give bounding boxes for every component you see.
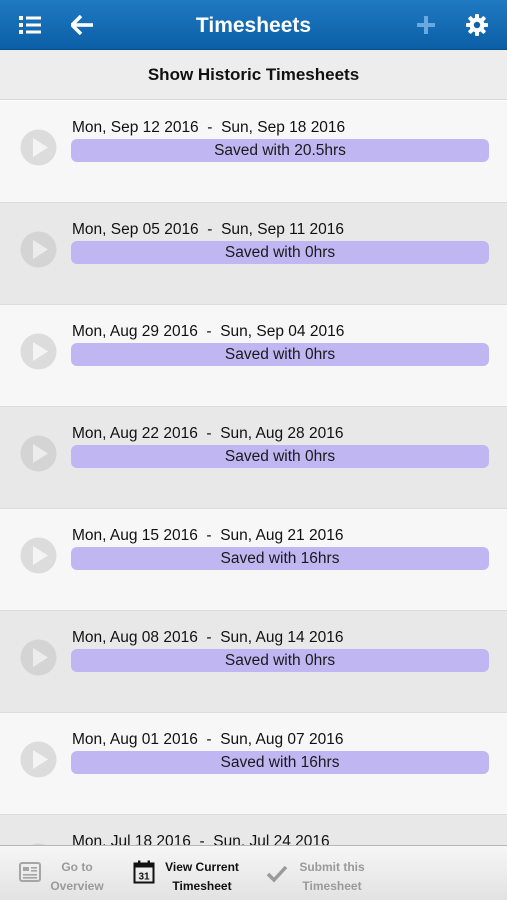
timesheet-status: Saved with 20.5hrs	[71, 139, 489, 162]
timesheet-row[interactable]: Mon, Aug 29 2016 - Sun, Sep 04 2016 Save…	[0, 305, 507, 407]
plus-icon	[417, 16, 435, 34]
settings-button[interactable]	[457, 0, 497, 50]
timesheet-row[interactable]: Mon, Aug 22 2016 - Sun, Aug 28 2016 Save…	[0, 407, 507, 509]
timesheet-date-range: Mon, Jul 18 2016 - Sun, Jul 24 2016	[72, 833, 330, 845]
submit-timesheet-button[interactable]: Submit this Timesheet	[262, 846, 392, 900]
view-current-timesheet-button[interactable]: 31 View Current Timesheet	[125, 846, 255, 900]
timesheet-status: Saved with 0hrs	[71, 649, 489, 672]
overview-label-line1: Go to	[61, 860, 93, 874]
play-icon[interactable]	[20, 129, 57, 166]
timesheet-date-range: Mon, Sep 12 2016 - Sun, Sep 18 2016	[72, 119, 346, 136]
timesheet-list: Mon, Sep 12 2016 - Sun, Sep 18 2016 Save…	[0, 101, 507, 845]
overview-label-line2: Overview	[50, 879, 104, 893]
timesheet-date-range: Mon, Aug 08 2016 - Sun, Aug 14 2016	[72, 629, 344, 646]
timesheet-status: Saved with 16hrs	[71, 547, 489, 570]
timesheet-date-range: Mon, Aug 22 2016 - Sun, Aug 28 2016	[72, 425, 344, 442]
play-icon[interactable]	[20, 537, 57, 574]
list-icon	[19, 16, 41, 34]
play-icon[interactable]	[20, 435, 57, 472]
submit-label-line1: Submit this	[299, 860, 365, 874]
navigation-bar: Timesheets	[0, 0, 507, 50]
timesheet-status: Saved with 0hrs	[71, 343, 489, 366]
timesheet-row[interactable]: Mon, Aug 01 2016 - Sun, Aug 07 2016 Save…	[0, 713, 507, 815]
timesheet-status: Saved with 0hrs	[71, 445, 489, 468]
go-to-overview-button[interactable]: Go to Overview	[0, 846, 120, 900]
back-arrow-icon	[71, 15, 93, 35]
play-icon[interactable]	[20, 639, 57, 676]
timesheet-status: Saved with 0hrs	[71, 241, 489, 264]
timesheet-row[interactable]: Mon, Jul 18 2016 - Sun, Jul 24 2016	[0, 815, 507, 845]
menu-button[interactable]	[10, 0, 50, 50]
current-label-line1: View Current	[165, 860, 239, 874]
checkmark-icon	[266, 865, 288, 883]
play-icon[interactable]	[20, 741, 57, 778]
overview-icon	[19, 862, 41, 882]
page-title: Timesheets	[195, 14, 312, 37]
timesheet-row[interactable]: Mon, Sep 12 2016 - Sun, Sep 18 2016 Save…	[0, 101, 507, 203]
timesheet-status: Saved with 16hrs	[71, 751, 489, 774]
timesheet-date-range: Mon, Aug 01 2016 - Sun, Aug 07 2016	[72, 731, 344, 748]
play-icon[interactable]	[20, 333, 57, 370]
play-icon[interactable]	[20, 231, 57, 268]
add-button[interactable]	[406, 0, 446, 50]
bottom-toolbar: Go to Overview 31 View Current Timesheet…	[0, 845, 507, 900]
show-historic-button[interactable]: Show Historic Timesheets	[0, 50, 507, 100]
timesheet-date-range: Mon, Sep 05 2016 - Sun, Sep 11 2016	[72, 221, 345, 238]
back-button[interactable]	[62, 0, 102, 50]
timesheet-date-range: Mon, Aug 15 2016 - Sun, Aug 21 2016	[72, 527, 344, 544]
calendar-icon: 31	[133, 860, 155, 884]
gear-icon	[466, 14, 488, 36]
timesheet-row[interactable]: Mon, Sep 05 2016 - Sun, Sep 11 2016 Save…	[0, 203, 507, 305]
timesheet-row[interactable]: Mon, Aug 08 2016 - Sun, Aug 14 2016 Save…	[0, 611, 507, 713]
timesheet-date-range: Mon, Aug 29 2016 - Sun, Sep 04 2016	[72, 323, 345, 340]
submit-label-line2: Timesheet	[302, 879, 362, 893]
timesheet-row[interactable]: Mon, Aug 15 2016 - Sun, Aug 21 2016 Save…	[0, 509, 507, 611]
current-label-line2: Timesheet	[172, 879, 232, 893]
calendar-day: 31	[138, 872, 150, 883]
